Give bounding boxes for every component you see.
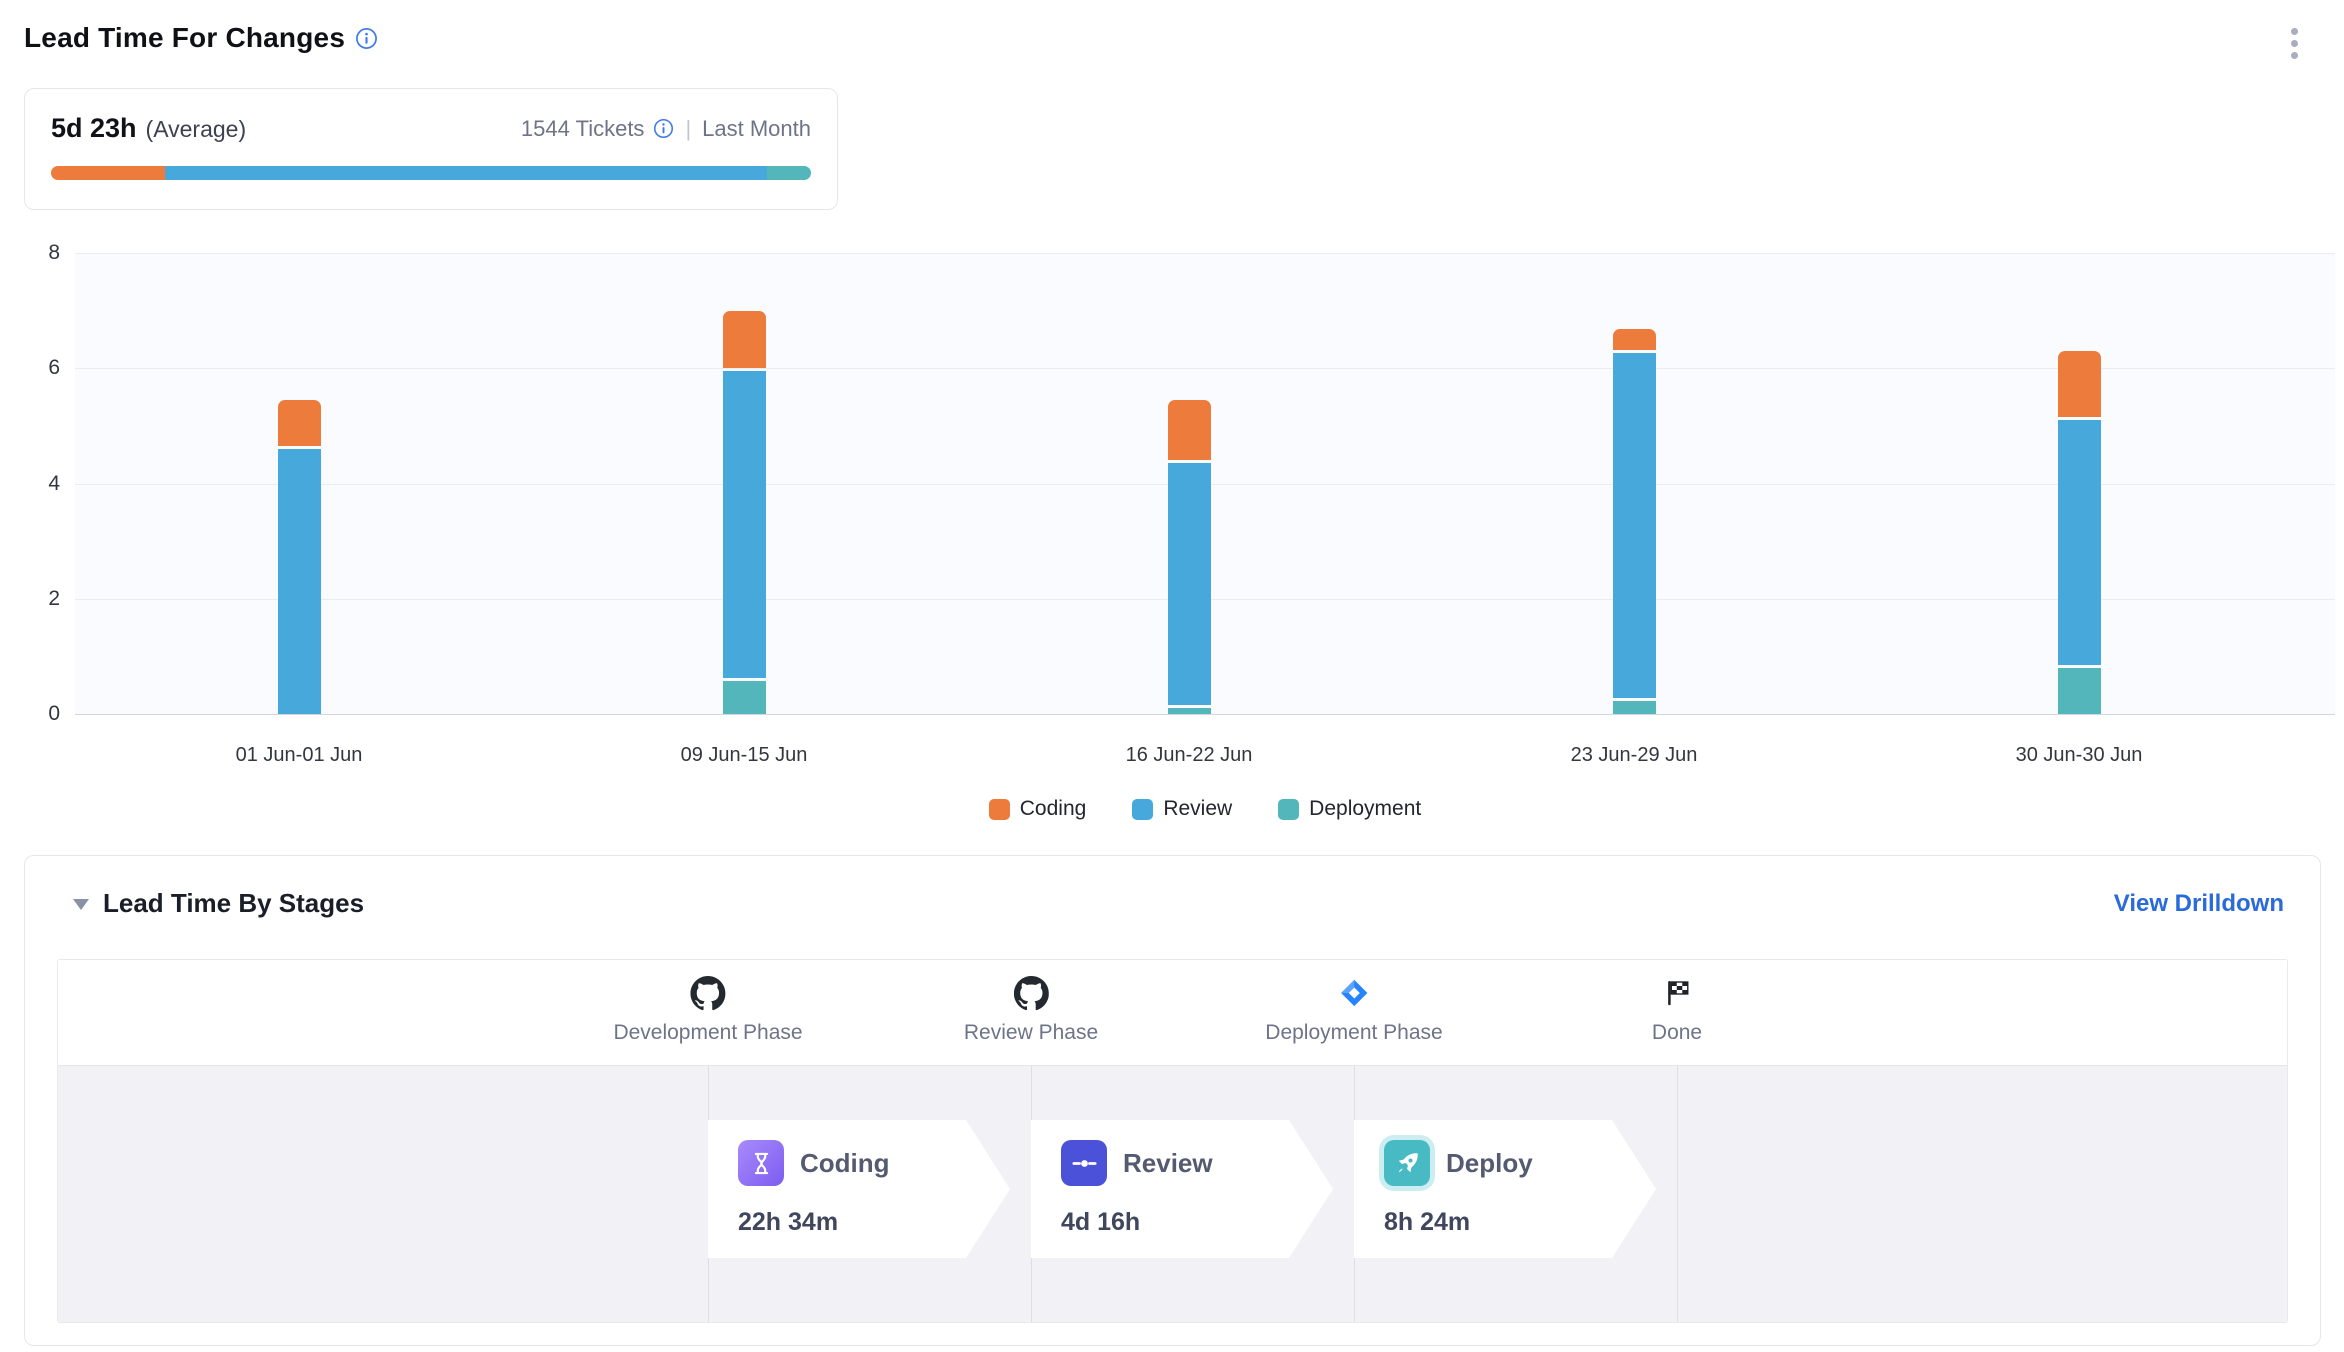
view-drilldown-link[interactable]: View Drilldown: [2114, 890, 2284, 918]
stage-card-deploy: Deploy 8h 24m: [1354, 1120, 1656, 1258]
period-label: Last Month: [702, 116, 811, 142]
info-icon[interactable]: [355, 27, 378, 50]
jira-icon: [1339, 974, 1369, 1012]
kebab-menu-icon[interactable]: [2291, 28, 2298, 59]
phase-header-review-phase: Review Phase: [964, 974, 1098, 1045]
bar-segment-deployment: [1168, 708, 1211, 714]
stages-flow-row: Coding 22h 34m Review 4d 16h Deploy 8h 24m: [58, 1065, 2287, 1322]
stage-card-coding: Coding 22h 34m: [708, 1120, 1010, 1258]
summary-card: 5d 23h (Average) 1544 Tickets | Last Mon…: [24, 88, 838, 210]
gridline: [75, 368, 2335, 369]
bar-segment-review: [1168, 463, 1211, 705]
x-axis-category-label: 01 Jun-01 Jun: [236, 744, 363, 767]
gridline: [75, 253, 2335, 254]
legend-label: Review: [1163, 797, 1232, 821]
x-axis-category-label: 09 Jun-15 Jun: [681, 744, 808, 767]
stage-duration: 8h 24m: [1384, 1208, 1600, 1237]
stage-name: Deploy: [1446, 1148, 1533, 1179]
bar-segment-coding: [2058, 351, 2101, 417]
bar-segment-review: [1613, 353, 1656, 698]
phase-header-deployment-phase: Deployment Phase: [1265, 974, 1442, 1045]
stage-duration: 4d 16h: [1061, 1208, 1277, 1237]
bar-segment-coding: [723, 311, 766, 369]
stages-table: Development Phase Review Phase Deployment …: [57, 959, 2288, 1323]
average-label: (Average): [146, 116, 247, 143]
chevron-down-icon: [73, 899, 89, 910]
y-axis-tick-label: 0: [14, 702, 60, 726]
bar-segment-deployment: [723, 681, 766, 714]
bar-segment-review: [278, 449, 321, 714]
chart-legend: Coding Review Deployment: [75, 797, 2335, 821]
legend-item-coding[interactable]: Coding: [989, 797, 1087, 821]
phase-label: Review Phase: [964, 1021, 1098, 1045]
average-lead-time: 5d 23h: [51, 113, 137, 144]
rocket-icon: [1384, 1140, 1430, 1186]
stage-name: Coding: [800, 1148, 890, 1179]
lead-time-widget: Lead Time For Changes 5d 23h (Average) 1…: [0, 0, 2344, 1352]
bar-segment-coding: [1168, 400, 1211, 461]
y-axis-tick-label: 2: [14, 587, 60, 611]
separator: |: [685, 116, 691, 142]
legend-item-review[interactable]: Review: [1132, 797, 1232, 821]
bar-segment-deployment: [2058, 668, 2101, 714]
code-review-icon: [1061, 1140, 1107, 1186]
bar-segment-coding: [278, 400, 321, 446]
checkered-flag-icon: [1662, 974, 1692, 1012]
widget-header: Lead Time For Changes: [24, 22, 378, 54]
distribution-segment-coding: [51, 166, 165, 180]
page-title: Lead Time For Changes: [24, 22, 345, 54]
legend-item-deployment[interactable]: Deployment: [1278, 797, 1421, 821]
bar-segment-review: [723, 371, 766, 677]
plot-area: [75, 253, 2335, 714]
bar-segment-review: [2058, 420, 2101, 665]
y-axis-tick-label: 4: [14, 472, 60, 496]
x-axis-category-label: 16 Jun-22 Jun: [1126, 744, 1253, 767]
github-icon: [691, 974, 726, 1012]
legend-label: Coding: [1020, 797, 1087, 821]
y-axis-tick-label: 6: [14, 356, 60, 380]
legend-swatch: [1278, 799, 1299, 820]
bar-segment-coding: [1613, 329, 1656, 350]
stage-name: Review: [1123, 1148, 1213, 1179]
phase-label: Development Phase: [613, 1021, 802, 1045]
tickets-count: 1544 Tickets: [521, 116, 645, 142]
gridline: [75, 714, 2335, 715]
lead-time-by-stages-panel: Lead Time By Stages View Drilldown Devel…: [24, 855, 2321, 1346]
distribution-segment-deployment: [767, 166, 811, 180]
stage-duration: 22h 34m: [738, 1208, 954, 1237]
phase-label: Deployment Phase: [1265, 1021, 1442, 1045]
phase-header-row: Development Phase Review Phase Deployment …: [58, 960, 2287, 1065]
legend-label: Deployment: [1309, 797, 1421, 821]
stages-panel-title: Lead Time By Stages: [103, 888, 364, 919]
y-axis-tick-label: 8: [14, 241, 60, 265]
x-axis-category-label: 30 Jun-30 Jun: [2016, 744, 2143, 767]
phase-label: Done: [1652, 1021, 1702, 1045]
x-axis-category-label: 23 Jun-29 Jun: [1571, 744, 1698, 767]
lead-time-distribution-bar: [51, 166, 811, 180]
bar-segment-deployment: [1613, 701, 1656, 714]
github-icon: [1013, 974, 1048, 1012]
phase-header-done: Done: [1652, 974, 1702, 1045]
stage-card-review: Review 4d 16h: [1031, 1120, 1333, 1258]
legend-swatch: [989, 799, 1010, 820]
collapse-toggle[interactable]: Lead Time By Stages: [73, 888, 364, 919]
legend-swatch: [1132, 799, 1153, 820]
hourglass-icon: [738, 1140, 784, 1186]
phase-header-development-phase: Development Phase: [613, 974, 802, 1045]
column-separator: [1677, 1066, 1678, 1322]
tickets-info-icon[interactable]: [653, 118, 674, 139]
distribution-segment-review: [165, 166, 767, 180]
